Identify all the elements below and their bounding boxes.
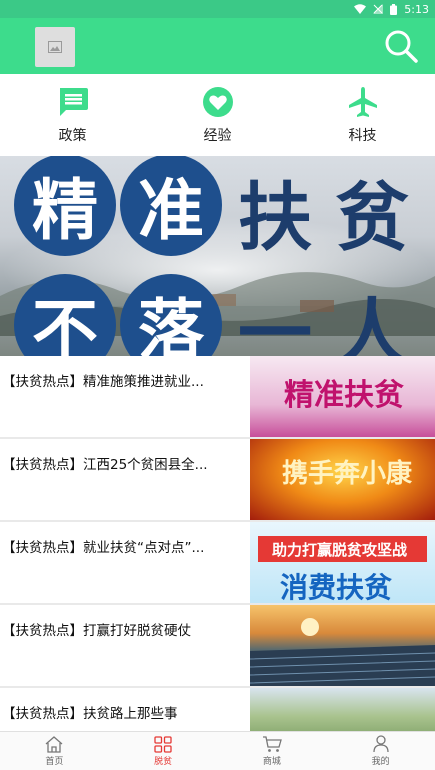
image-placeholder-icon	[48, 41, 62, 53]
list-item[interactable]: 【扶贫热点】江西25个贫困县全... 携手奔小康	[0, 439, 435, 522]
banner-image[interactable]: 精 准 扶 贫 不 落 一 人	[0, 156, 435, 356]
nav-profile[interactable]: 我的	[326, 732, 435, 770]
heart-icon	[201, 85, 235, 119]
message-icon	[56, 85, 90, 119]
news-thumbnail	[250, 688, 435, 731]
news-title: 【扶贫热点】打赢打好脱贫硬仗	[2, 623, 191, 639]
nav-label: 脱贫	[154, 756, 173, 767]
banner-char: 准	[120, 156, 222, 256]
thumbnail-text: 消费扶贫	[280, 571, 393, 603]
nav-mall[interactable]: 商城	[218, 732, 327, 770]
battery-icon	[390, 3, 398, 15]
wifi-icon	[354, 4, 367, 14]
banner-char: 精	[14, 156, 116, 256]
thumbnail-text: 助力打赢脱贫攻坚战	[272, 541, 408, 559]
category-label: 政策	[58, 128, 87, 144]
list-item[interactable]: 【扶贫热点】就业扶贫“点对点”... 助力打赢脱贫攻坚战 消费扶贫	[0, 522, 435, 605]
app-screen: 5:13 政策 经验 科技 精 准 扶 贫 不 落 一 人 【扶贫热点】精准施策…	[0, 0, 435, 770]
bottom-navigation: 首页 脱贫 商城 我的	[0, 731, 435, 770]
status-bar: 5:13	[0, 0, 435, 18]
banner-char: 人	[335, 291, 409, 356]
thumbnail-text: 携手奔小康	[282, 459, 413, 489]
news-title: 【扶贫热点】扶贫路上那些事	[2, 706, 178, 722]
news-list: 【扶贫热点】精准施策推进就业... 精准扶贫 【扶贫热点】江西25个贫困县全..…	[0, 356, 435, 731]
signal-off-icon	[373, 4, 384, 14]
home-icon	[45, 735, 63, 753]
list-item[interactable]: 【扶贫热点】精准施策推进就业... 精准扶贫	[0, 356, 435, 439]
news-thumbnail: 助力打赢脱贫攻坚战 消费扶贫	[250, 522, 435, 603]
nav-home[interactable]: 首页	[0, 732, 109, 770]
airplane-icon	[346, 85, 380, 119]
cart-icon	[262, 735, 282, 752]
app-bar	[0, 18, 435, 74]
nav-poverty-relief[interactable]: 脱贫	[109, 732, 218, 770]
category-label: 科技	[348, 128, 377, 144]
solar-panels	[250, 618, 435, 686]
news-thumbnail: 携手奔小康	[250, 439, 435, 520]
category-policy[interactable]: 政策	[28, 85, 118, 145]
thumbnail-text: 精准扶贫	[284, 378, 404, 413]
category-label: 经验	[203, 128, 232, 144]
news-title: 【扶贫热点】江西25个贫困县全...	[2, 457, 208, 473]
news-thumbnail: 精准扶贫	[250, 356, 435, 437]
banner-char: 扶	[238, 175, 312, 261]
category-technology[interactable]: 科技	[318, 85, 408, 145]
category-experience[interactable]: 经验	[173, 85, 263, 145]
banner-char: 贫	[335, 175, 409, 261]
list-item[interactable]: 【扶贫热点】打赢打好脱贫硬仗	[0, 605, 435, 688]
banner-char: 一	[238, 291, 312, 356]
category-row: 政策 经验 科技	[0, 74, 435, 156]
nav-label: 首页	[45, 756, 64, 767]
news-thumbnail	[250, 605, 435, 686]
list-item[interactable]: 【扶贫热点】扶贫路上那些事	[0, 688, 435, 731]
search-icon	[385, 30, 418, 63]
status-time: 5:13	[404, 2, 429, 16]
news-title: 【扶贫热点】精准施策推进就业...	[2, 374, 204, 390]
nav-label: 我的	[371, 757, 390, 767]
grid-icon	[154, 735, 172, 753]
person-icon	[372, 735, 389, 753]
news-title: 【扶贫热点】就业扶贫“点对点”...	[2, 540, 205, 556]
avatar[interactable]	[35, 27, 75, 67]
search-button[interactable]	[383, 28, 419, 64]
nav-label: 商城	[262, 756, 281, 767]
